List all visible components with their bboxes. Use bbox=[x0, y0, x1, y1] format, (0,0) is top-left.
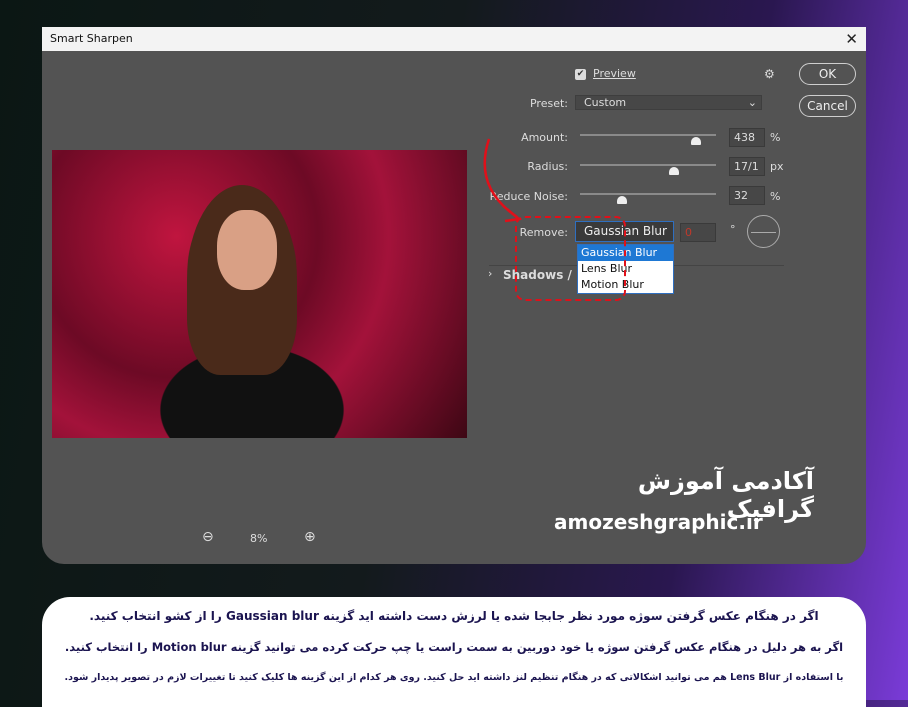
dialog-title: Smart Sharpen bbox=[50, 32, 133, 45]
highlight-box bbox=[515, 216, 626, 301]
zoom-level: 8% bbox=[250, 532, 268, 545]
angle-unit: ° bbox=[730, 223, 736, 236]
preview-checkbox[interactable]: ✔ bbox=[575, 69, 586, 80]
amount-input[interactable]: 438 bbox=[729, 128, 765, 147]
preview-image[interactable] bbox=[52, 150, 467, 438]
radius-unit: px bbox=[770, 160, 784, 173]
reduce-noise-slider[interactable] bbox=[580, 193, 716, 204]
preset-select[interactable]: Custom ⌄ bbox=[575, 95, 762, 110]
ok-button[interactable]: OK bbox=[799, 63, 856, 85]
chevron-down-icon: ⌄ bbox=[747, 96, 757, 109]
preset-value: Custom bbox=[584, 96, 627, 109]
preview-label[interactable]: Preview bbox=[593, 67, 636, 80]
caption-line-2: اگر به هر دلیل در هنگام عکس گرفتن سوژه ی… bbox=[64, 640, 844, 654]
amount-unit: % bbox=[770, 131, 781, 144]
smart-sharpen-dialog: Smart Sharpen ✕ ✔ Preview ⚙ OK Cancel Pr… bbox=[42, 27, 866, 564]
arrow-annotation bbox=[483, 138, 522, 223]
preset-label: Preset: bbox=[529, 97, 568, 110]
zoom-out-icon[interactable]: ⊖ bbox=[202, 529, 214, 545]
face bbox=[217, 210, 277, 290]
reduce-noise-input[interactable]: 32 bbox=[729, 186, 765, 205]
caption-line-1: اگر در هنگام عکس گرفتن سوژه مورد نظر جاب… bbox=[89, 609, 819, 623]
angle-dial[interactable] bbox=[747, 215, 780, 248]
amount-slider[interactable] bbox=[580, 134, 716, 145]
reduce-noise-unit: % bbox=[770, 190, 781, 203]
radius-slider[interactable] bbox=[580, 164, 716, 175]
caption-card: اگر در هنگام عکس گرفتن سوژه مورد نظر جاب… bbox=[42, 597, 866, 707]
radius-input[interactable]: 17/1 bbox=[729, 157, 765, 176]
title-bar: Smart Sharpen ✕ bbox=[42, 27, 866, 51]
amount-thumb[interactable] bbox=[690, 137, 701, 145]
cancel-button[interactable]: Cancel bbox=[799, 95, 856, 117]
caption-line-3: با استفاده از Lens Blur هم می توانید اشک… bbox=[64, 672, 844, 683]
angle-input[interactable]: 0 bbox=[680, 223, 716, 242]
radius-thumb[interactable] bbox=[668, 167, 679, 175]
zoom-in-icon[interactable]: ⊕ bbox=[304, 529, 316, 545]
close-icon[interactable]: ✕ bbox=[845, 27, 858, 51]
reduce-noise-thumb[interactable] bbox=[617, 196, 628, 204]
brand-url: amozeshgraphic.ir bbox=[554, 510, 763, 534]
chevron-right-icon[interactable]: › bbox=[488, 267, 492, 280]
gear-icon[interactable]: ⚙ bbox=[764, 67, 775, 81]
